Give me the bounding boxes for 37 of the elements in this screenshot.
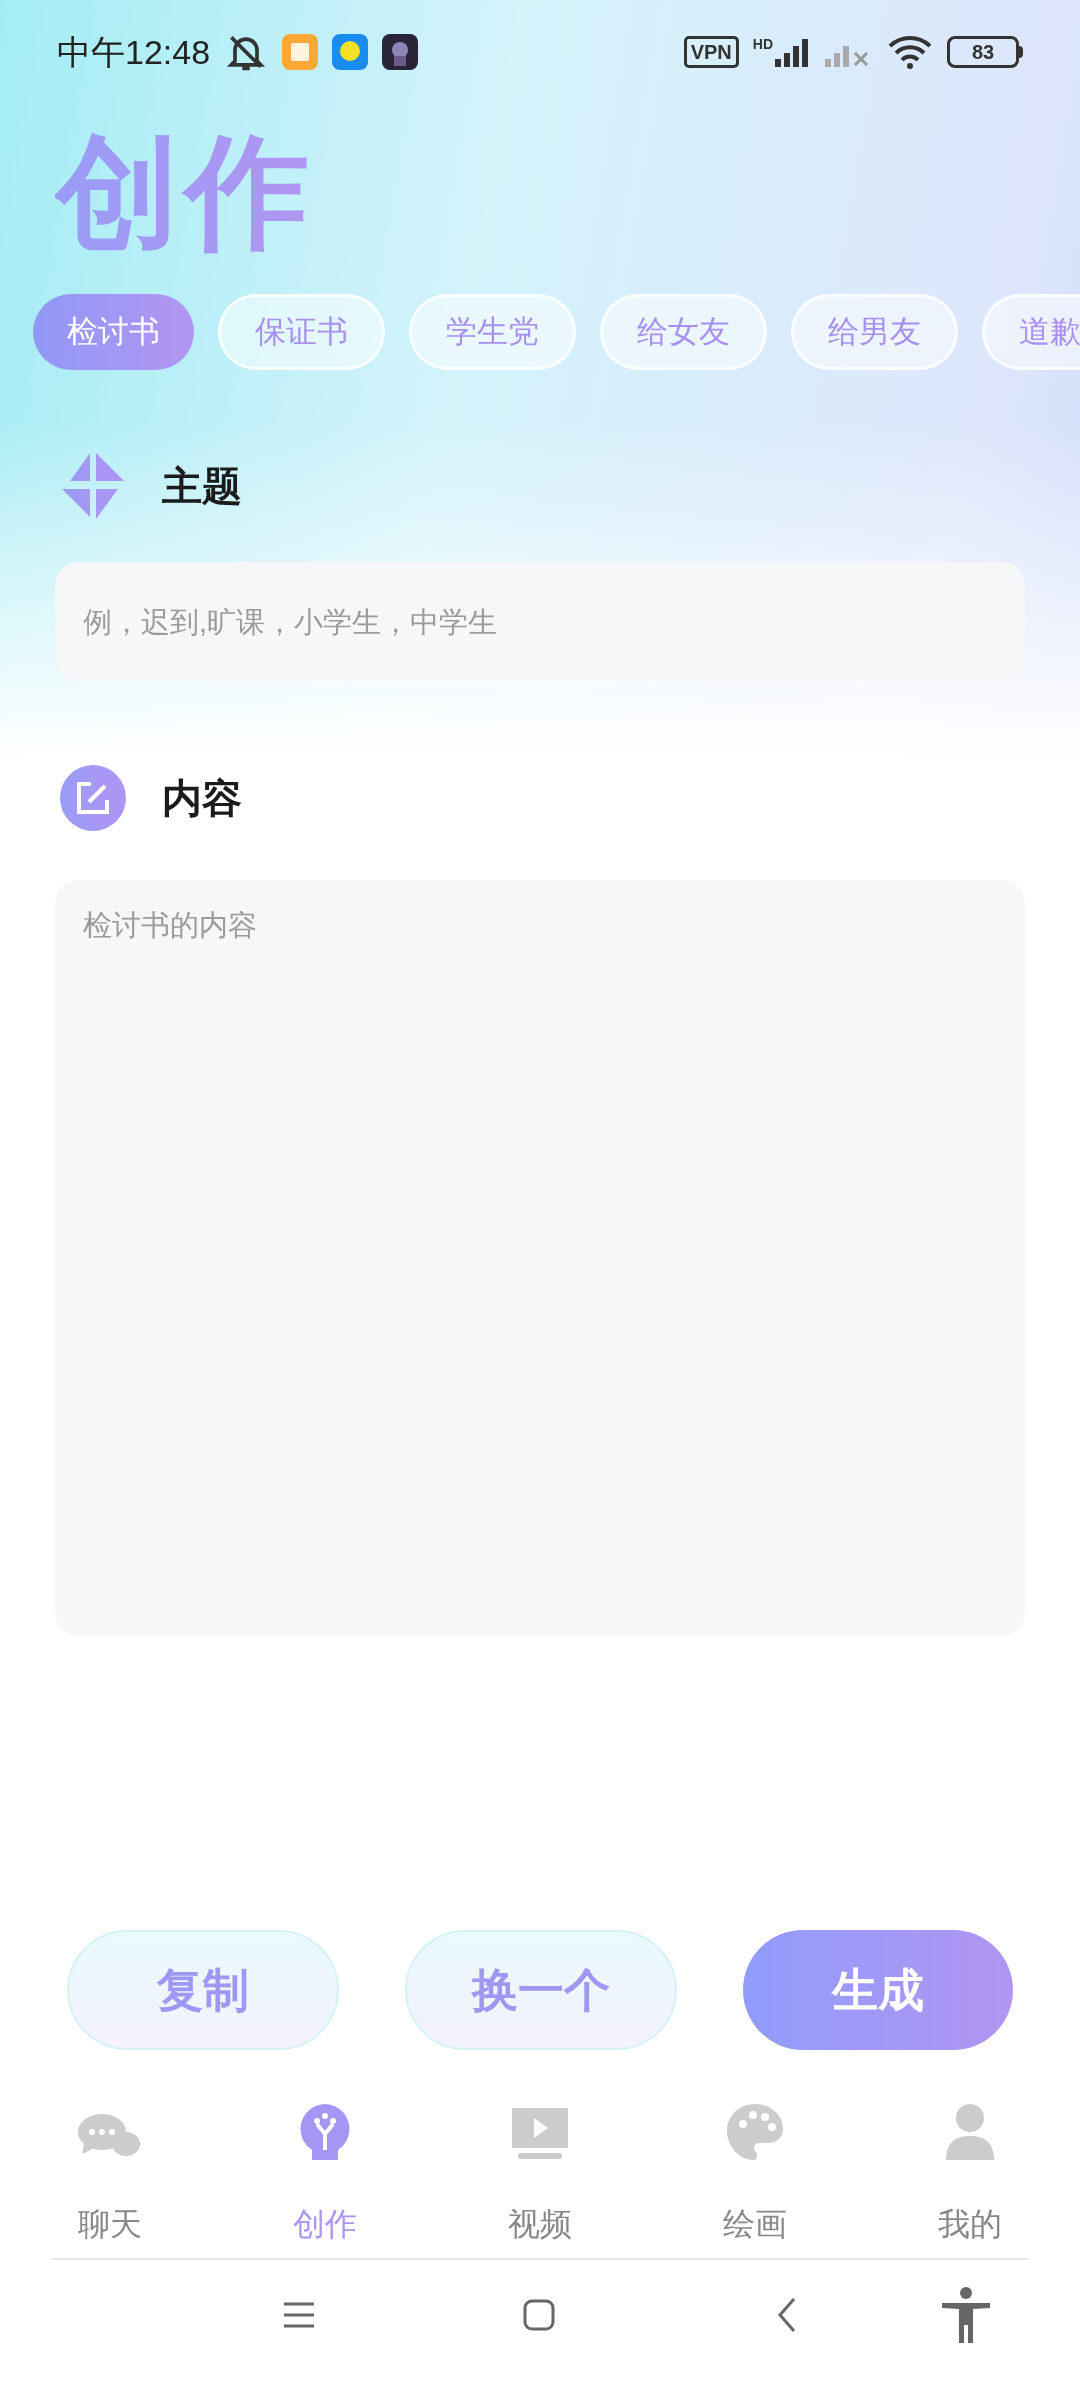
- vpn-indicator: VPN: [683, 36, 739, 68]
- wifi-icon: [887, 34, 933, 70]
- palette-icon: [727, 2104, 783, 2160]
- section-heading: 内容: [162, 775, 242, 822]
- action-button[interactable]: 复制: [67, 1930, 339, 2050]
- lightbulb-icon: [300, 2104, 350, 2160]
- status-time: 中午12:48: [57, 31, 211, 73]
- signal-icon: [775, 37, 811, 67]
- menu-icon[interactable]: [282, 2301, 316, 2329]
- category-tab[interactable]: 保证书: [218, 294, 385, 370]
- nav-tab[interactable]: 绘画: [705, 2098, 805, 2244]
- category-tab[interactable]: 检讨书: [33, 294, 194, 370]
- generate-button[interactable]: 生成: [743, 1930, 1013, 2050]
- battery-level-text: 83: [971, 42, 995, 62]
- category-tab[interactable]: 道歉: [982, 294, 1080, 370]
- nav-tab[interactable]: 我的: [920, 2098, 1020, 2244]
- section-heading: 主题: [162, 463, 242, 510]
- nav-tab[interactable]: 创作: [275, 2098, 375, 2244]
- action-button[interactable]: 换一个: [405, 1930, 677, 2050]
- app-icon: [382, 34, 419, 70]
- app-icon: [282, 34, 319, 70]
- content-text-area[interactable]: 检讨书的内容: [55, 880, 1025, 1636]
- home-icon[interactable]: [523, 2299, 555, 2331]
- category-tab[interactable]: 给女友: [600, 294, 767, 370]
- hd-label: HD: [752, 37, 773, 51]
- nav-tab[interactable]: 聊天: [60, 2098, 160, 2244]
- edit-icon: [60, 765, 126, 831]
- back-icon[interactable]: [776, 2297, 798, 2333]
- accessibility-icon[interactable]: [940, 2287, 992, 2343]
- four-triangles-icon: [60, 453, 126, 519]
- nav-tab[interactable]: 视频: [490, 2098, 590, 2244]
- category-tab[interactable]: 学生党: [409, 294, 576, 370]
- app-icon: [332, 34, 369, 70]
- person-icon: [946, 2104, 994, 2160]
- topic-input-field[interactable]: 例，迟到,旷课，小学生，中学生: [55, 562, 1025, 682]
- video-play-icon: [512, 2108, 568, 2160]
- category-tab[interactable]: 给男友: [791, 294, 958, 370]
